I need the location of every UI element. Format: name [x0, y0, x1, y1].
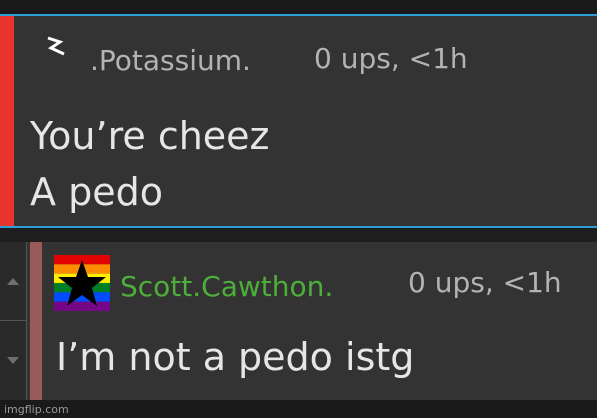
reply-accent-bar [30, 242, 42, 400]
downvote-button[interactable] [0, 321, 26, 400]
lightning-bolt-icon [47, 36, 65, 56]
comment-body: You’re cheez A pedo [30, 108, 270, 220]
pride-star-avatar[interactable] [54, 255, 110, 311]
comment-line: You’re cheez [30, 114, 270, 158]
comment-card: .Potassium. 0 ups, <1h You’re cheez A pe… [0, 14, 597, 228]
chevron-up-icon [7, 278, 19, 285]
upvote-button[interactable] [0, 242, 26, 321]
comment-meta: 0 ups, <1h [314, 42, 468, 75]
comment-username[interactable]: .Potassium. [90, 44, 251, 77]
comment-accent-bar [0, 16, 14, 226]
footer-strip [0, 400, 597, 418]
reply-meta: 0 ups, <1h [408, 266, 562, 299]
reply-username[interactable]: Scott.Cawthon. [120, 270, 333, 303]
reply-body: I’m not a pedo istg [56, 335, 415, 379]
reply-card: Scott.Cawthon. 0 ups, <1h I’m not a pedo… [0, 242, 597, 400]
vote-column [0, 242, 27, 400]
top-strip [0, 0, 597, 14]
comment-line: A pedo [30, 170, 163, 214]
imgflip-watermark: imgflip.com [4, 403, 69, 416]
comment-gap [0, 228, 597, 242]
chevron-down-icon [7, 356, 19, 364]
